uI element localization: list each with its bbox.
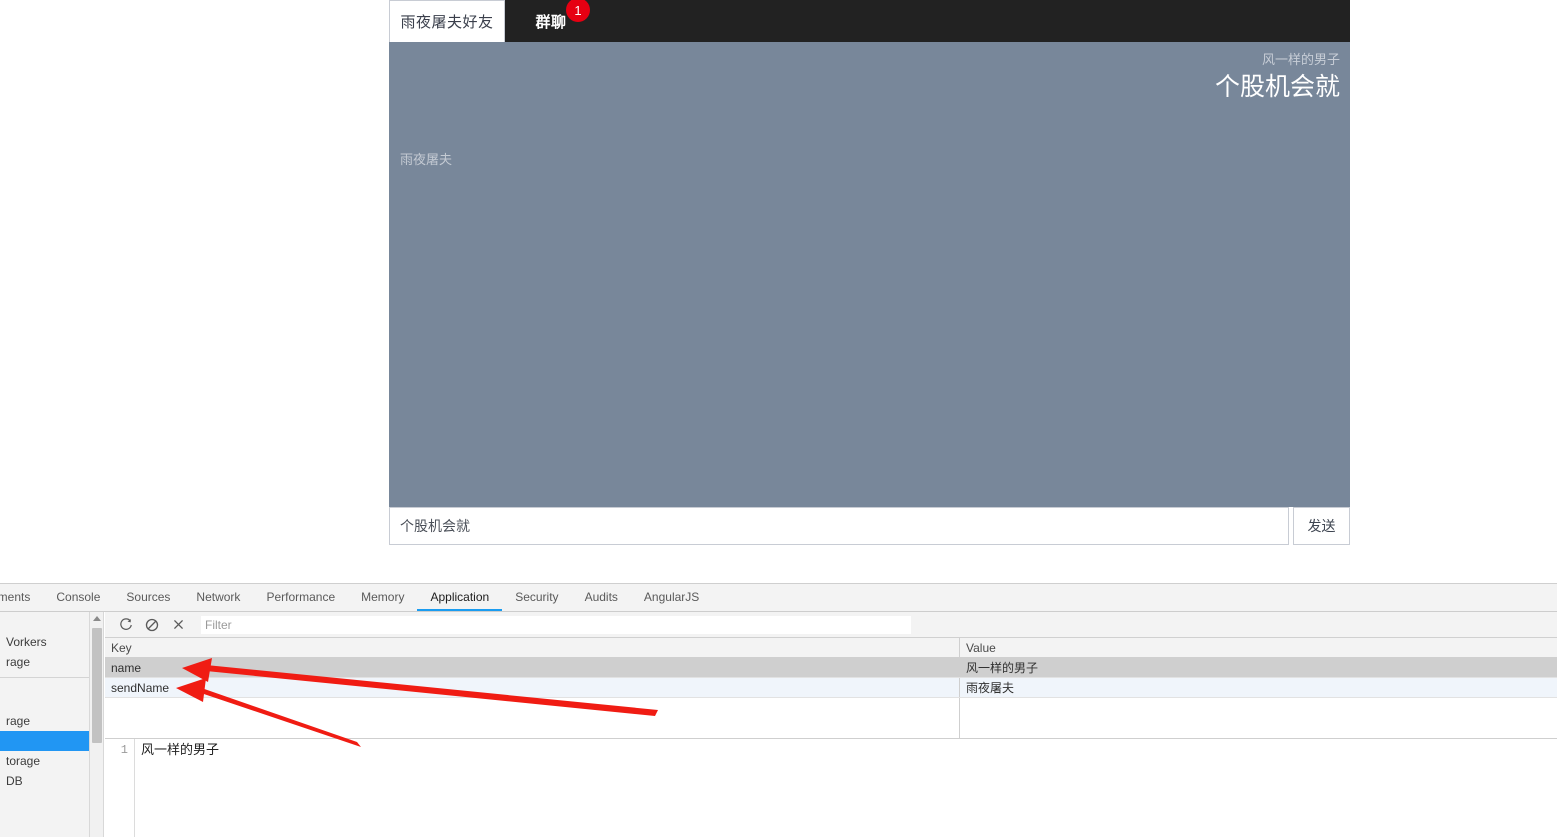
tab-friend-chat-label: 雨夜屠夫好友 [400, 14, 494, 31]
sidebar-item-service-workers-label: Vorkers [6, 635, 47, 649]
devtools-tab-security[interactable]: Security [502, 584, 571, 611]
table-header-row: Key Value [105, 638, 1557, 658]
devtools-tab-network-label: Network [196, 589, 241, 604]
devtools-tab-memory[interactable]: Memory [348, 584, 417, 611]
devtools-tab-sources[interactable]: Sources [113, 584, 183, 611]
filter-input[interactable] [201, 615, 911, 634]
table-cell-key[interactable]: name [105, 658, 960, 677]
close-x-glyph [173, 619, 183, 630]
table-cell-value[interactable]: 风一样的男子 [960, 658, 1557, 677]
devtools-tab-audits-label: Audits [584, 589, 618, 604]
sidebar-scrollbar[interactable] [90, 612, 104, 837]
sidebar-item-indexeddb[interactable]: DB [0, 771, 89, 791]
message-outgoing: 风一样的男子 个股机会就 [1215, 50, 1340, 104]
devtools-tab-elements-label: ements [0, 589, 31, 604]
sidebar-item-service-workers[interactable]: Vorkers [0, 632, 89, 652]
devtools-tab-performance[interactable]: Performance [253, 584, 348, 611]
message-outgoing-text: 个股机会就 [1214, 73, 1340, 101]
sidebar-item-session-storage[interactable]: torage [0, 751, 89, 771]
sidebar-item-session-storage-label: torage [6, 754, 41, 768]
devtools-tab-console[interactable]: Console [43, 584, 113, 611]
message-incoming: 雨夜屠夫 [400, 150, 452, 170]
devtools-tab-memory-label: Memory [361, 589, 405, 604]
devtools-tab-security-label: Security [515, 589, 559, 604]
chat-tabbar: 雨夜屠夫好友 群聊 1 [389, 0, 1350, 42]
refresh-glyph [120, 617, 132, 630]
storage-toolbar [105, 612, 1557, 638]
sidebar-item-indexeddb-label: DB [6, 774, 23, 788]
devtools-tab-application[interactable]: Application [417, 584, 503, 611]
sidebar-item-local-storage-group[interactable]: rage [0, 711, 89, 731]
clear-glyph [145, 618, 159, 631]
devtools-tab-sources-label: Sources [126, 589, 171, 604]
delete-icon[interactable] [165, 614, 191, 636]
table-cell-value[interactable]: 雨夜屠夫 [960, 678, 1557, 697]
devtools-tab-elements[interactable]: ements [0, 584, 43, 611]
scroll-up-arrow-icon[interactable] [93, 616, 101, 621]
sidebar-item-clear-storage-label: rage [6, 655, 31, 669]
refresh-icon[interactable] [113, 614, 139, 636]
devtools-tab-network[interactable]: Network [183, 584, 253, 611]
clear-icon[interactable] [139, 614, 165, 636]
sidebar-item-local-storage-origin[interactable] [0, 731, 89, 751]
table-row[interactable]: name 风一样的男子 [105, 658, 1557, 678]
devtools-tab-audits[interactable]: Audits [572, 584, 631, 611]
devtools-tab-console-label: Console [56, 589, 101, 604]
storage-pane: Key Value name 风一样的男子 sendName 雨夜屠夫 [105, 612, 1557, 837]
sidebar-item-local-storage-group-label: rage [6, 714, 31, 728]
devtools-tab-application-label: Application [430, 589, 490, 604]
message-outgoing-sender: 风一样的男子 [1261, 52, 1340, 67]
unread-badge-count: 1 [574, 2, 582, 18]
tab-group-chat-label: 群聊 [535, 13, 567, 31]
screen-root: 雨夜屠夫好友 群聊 1 风一样的男子 个股机会就 雨夜屠夫 发送 [0, 0, 1557, 837]
devtools-tab-angularjs-label: AngularJS [643, 589, 700, 604]
table-empty-area [105, 698, 1557, 738]
table-row[interactable]: sendName 雨夜屠夫 [105, 678, 1557, 698]
scrollbar-thumb[interactable] [92, 628, 102, 743]
message-input[interactable] [389, 507, 1289, 545]
devtools-panel: ements Console Sources Network Performan… [0, 583, 1557, 837]
sidebar-item-clear-storage[interactable]: rage [0, 652, 89, 672]
sidebar-divider [0, 677, 89, 678]
preview-line-number: 1 [105, 739, 135, 837]
storage-table: Key Value name 风一样的男子 sendName 雨夜屠夫 [105, 638, 1557, 738]
message-incoming-sender: 雨夜屠夫 [400, 152, 453, 167]
column-header-value[interactable]: Value [960, 638, 1557, 657]
devtools-tab-angularjs[interactable]: AngularJS [631, 584, 712, 611]
column-header-key[interactable]: Key [105, 638, 960, 657]
chat-composer: 发送 [389, 507, 1350, 545]
devtools-tab-performance-label: Performance [266, 589, 336, 604]
devtools-body: Vorkers rage rage torage DB Filter Key V… [0, 612, 1557, 837]
chat-message-window: 风一样的男子 个股机会就 雨夜屠夫 [389, 42, 1350, 507]
tab-friend-chat[interactable]: 雨夜屠夫好友 [389, 0, 505, 42]
preview-content: 风一样的男子 [141, 742, 220, 757]
devtools-tabbar: ements Console Sources Network Performan… [0, 584, 1557, 612]
devtools-sidebar: Vorkers rage rage torage DB [0, 612, 90, 837]
send-button[interactable]: 发送 [1293, 507, 1350, 545]
table-cell-key[interactable]: sendName [105, 678, 960, 697]
value-preview-pane: 1 风一样的男子 [105, 738, 1557, 837]
